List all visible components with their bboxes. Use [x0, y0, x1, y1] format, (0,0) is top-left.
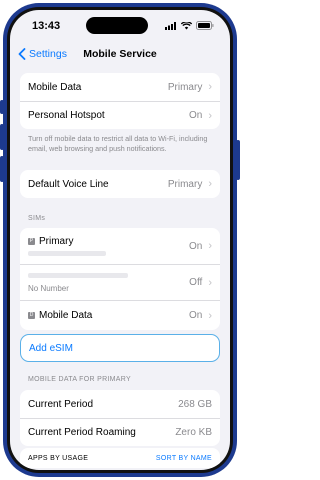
chevron-right-icon: ›: [208, 276, 212, 289]
battery-icon: [196, 21, 214, 30]
sims-group: P Primary On › No Number Off › D Mobile …: [20, 228, 220, 330]
sim-primary-row[interactable]: P Primary On ›: [20, 228, 220, 264]
usage-header: MOBILE DATA FOR PRIMARY: [28, 376, 131, 383]
sim-primary-title: P Primary: [28, 236, 106, 247]
chevron-right-icon: ›: [208, 178, 212, 190]
cellular-signal-icon: [165, 21, 176, 30]
sim-primary-value: On: [188, 240, 203, 252]
personal-hotspot-row[interactable]: Personal Hotspot On ›: [20, 101, 220, 129]
hotspot-label: Personal Hotspot: [28, 110, 105, 121]
sim-tag-icon: D: [28, 312, 35, 319]
status-icons: [165, 21, 214, 30]
data-group: Mobile Data Primary › Personal Hotspot O…: [20, 73, 220, 129]
chevron-right-icon: ›: [208, 109, 212, 122]
chevron-right-icon: ›: [208, 309, 212, 322]
sim-tag-icon: P: [28, 238, 35, 245]
hotspot-value: On: [188, 110, 203, 121]
chevron-right-icon: ›: [208, 81, 212, 93]
sims-header: SIMs: [28, 215, 46, 222]
sim-primary-label: Primary: [39, 236, 74, 247]
status-bar: 13:43: [10, 10, 230, 38]
default-voice-line-row[interactable]: Default Voice Line Primary ›: [20, 170, 220, 198]
mobile-data-value: Primary: [167, 81, 203, 93]
sim-second-sublabel: No Number: [28, 283, 69, 293]
mobile-data-note: Turn off mobile data to restrict all dat…: [28, 134, 208, 153]
apps-header-row: APPS BY USAGE SORT BY NAME: [20, 448, 220, 468]
sim-mobile-data-value: On: [188, 310, 203, 321]
chevron-right-icon: ›: [208, 240, 212, 252]
usage-group: Current Period 268 GB Current Period Roa…: [20, 390, 220, 446]
navigation-bar: Settings Mobile Service: [10, 44, 230, 66]
sim-second-row[interactable]: No Number Off ›: [20, 264, 220, 300]
page-title: Mobile Service: [83, 48, 157, 60]
mobile-data-row[interactable]: Mobile Data Primary ›: [20, 73, 220, 101]
phone-bezel: 13:43 Settings Mobile Service Mobile Dat…: [7, 7, 233, 473]
roaming-value: Zero KB: [175, 427, 212, 438]
sim-mobile-data-label: Mobile Data: [39, 310, 93, 321]
wifi-icon: [181, 21, 192, 29]
roaming-label: Current Period Roaming: [28, 427, 136, 438]
sim-primary-text: P Primary: [28, 236, 106, 256]
redacted-number: [28, 251, 106, 256]
sim-mobile-data-row[interactable]: D Mobile Data On ›: [20, 300, 220, 330]
screen: 13:43 Settings Mobile Service Mobile Dat…: [10, 10, 230, 470]
voice-value: Primary: [167, 178, 203, 190]
apps-header: APPS BY USAGE: [28, 454, 89, 462]
phone-frame: 13:43 Settings Mobile Service Mobile Dat…: [3, 3, 237, 477]
add-esim-button[interactable]: Add eSIM: [20, 334, 220, 362]
redacted-sim-name: [28, 272, 128, 278]
sim-second-value: Off: [189, 277, 203, 288]
current-period-roaming-row: Current Period Roaming Zero KB: [20, 418, 220, 446]
voice-group: Default Voice Line Primary ›: [20, 170, 220, 198]
current-period-value: 268 GB: [178, 398, 212, 410]
current-period-label: Current Period: [28, 398, 94, 410]
apps-group: APPS BY USAGE SORT BY NAME: [20, 448, 220, 468]
sim-second-text: No Number: [28, 272, 128, 293]
voice-label: Default Voice Line: [28, 178, 109, 190]
status-time: 13:43: [32, 20, 61, 32]
current-period-row: Current Period 268 GB: [20, 390, 220, 418]
mobile-data-label: Mobile Data: [28, 81, 82, 93]
sort-by-name-button[interactable]: SORT BY NAME: [156, 455, 212, 462]
dynamic-island: [86, 17, 148, 34]
